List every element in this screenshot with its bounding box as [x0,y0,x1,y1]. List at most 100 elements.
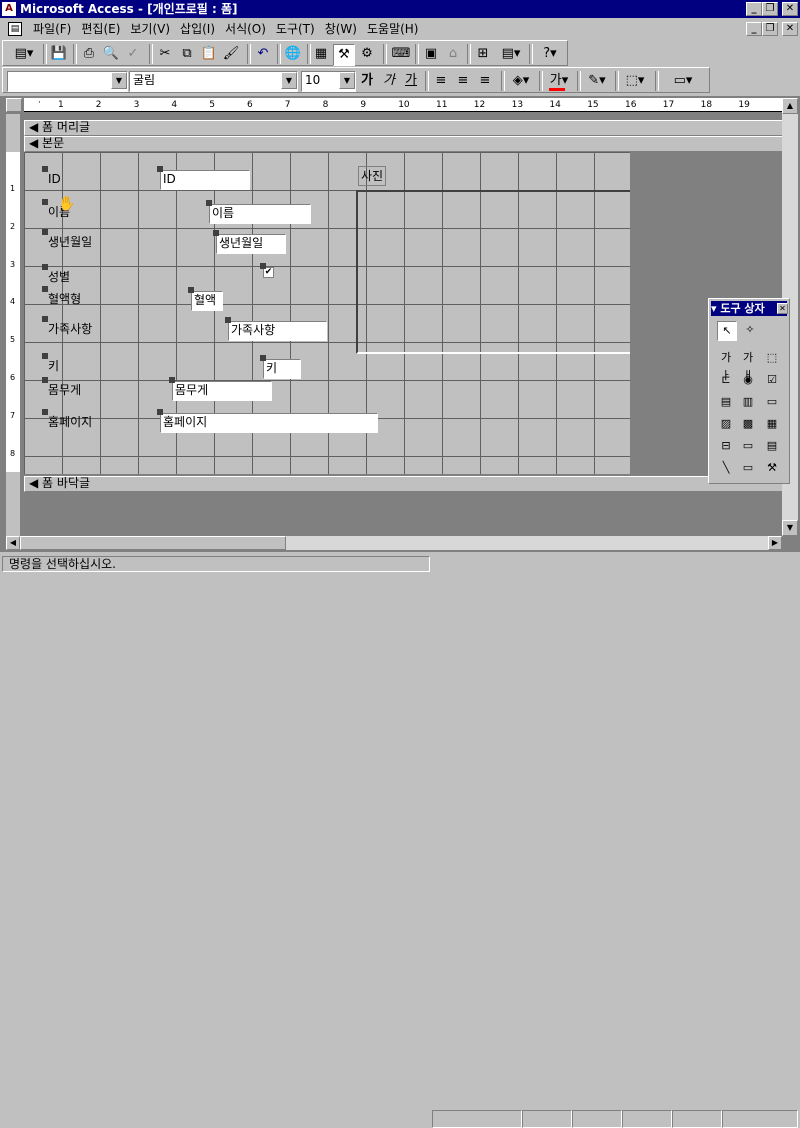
textbox-bloodtype[interactable]: 혈액 [191,291,223,311]
paste-icon[interactable]: 📋 [199,44,219,64]
toggle-button-icon[interactable]: ⊏ [717,371,735,389]
save-icon[interactable]: 💾 [49,44,69,64]
cut-icon[interactable]: ✂ [155,44,175,64]
move-handle[interactable] [260,263,266,269]
align-right-icon[interactable]: ≡ [475,71,495,91]
document-control-icon[interactable]: ▤ [8,22,22,36]
move-handle[interactable] [157,409,163,415]
form-selector[interactable] [6,98,22,112]
label-birthdate[interactable]: 생년월일 [46,233,94,251]
combo-box-icon[interactable]: ▤ [717,393,735,411]
move-handle[interactable] [157,166,163,172]
horizontal-ruler[interactable]: · 1 2 3 4 5 6 7 8 9 10 11 12 13 14 15 16 17 18 19 [24,98,782,112]
spelling-icon[interactable]: ✓ [123,44,143,64]
detail-section-bar[interactable]: ◀ 본문 [24,136,788,152]
underline-button[interactable]: 가 [401,71,421,91]
footer-area[interactable] [24,492,782,532]
move-handle[interactable] [42,409,48,415]
code-icon[interactable]: ⌨ [391,44,411,64]
label-weight[interactable]: 몸무게 [46,381,83,399]
access-app-icon[interactable]: A [2,2,16,16]
scroll-down-icon[interactable]: ▼ [782,520,798,536]
move-handle[interactable] [188,287,194,293]
move-handle[interactable] [169,377,175,383]
menu-format[interactable]: 서식(O) [220,19,271,39]
move-handle[interactable] [42,286,48,292]
minimize-icon[interactable]: _ [746,2,762,16]
scroll-left-icon[interactable]: ◀ [6,536,20,550]
database-window-icon[interactable]: ⊞ [473,44,493,64]
move-handle[interactable] [42,377,48,383]
toolbox-titlebar[interactable]: ▾ 도구 상자 [711,301,787,316]
print-preview-icon[interactable]: 🔍 [101,44,121,64]
move-handle[interactable] [42,166,48,172]
page-break-icon[interactable]: ⊟ [717,437,735,455]
photo-frame[interactable] [356,190,630,354]
menu-tools[interactable]: 도구(T) [271,19,320,39]
label-homepage[interactable]: 홈페이지 [46,413,94,431]
view-icon[interactable]: ▤▾ [9,44,39,64]
textbox-family[interactable]: 가족사항 [228,321,327,341]
textbox-id[interactable]: ID [160,170,250,190]
check-box-icon[interactable]: ☑ [763,371,781,389]
scroll-right-icon[interactable]: ▶ [768,536,782,550]
more-controls-icon[interactable]: ⚒ [763,459,781,477]
new-object-icon[interactable]: ▤▾ [497,44,525,64]
list-box-icon[interactable]: ▥ [739,393,757,411]
build-icon[interactable]: ⌂ [443,44,463,64]
move-handle[interactable] [42,353,48,359]
textbox-height[interactable]: 키 [263,359,301,379]
close-icon[interactable]: ✕ [782,2,798,16]
hyperlink-icon[interactable]: 🌐 [283,44,303,64]
move-handle[interactable] [206,200,212,206]
textbox-homepage[interactable]: 홈페이지 [160,413,378,433]
menu-file[interactable]: 파일(F) [28,19,76,39]
control-wizards-icon[interactable]: ✧ [741,321,759,339]
menu-help[interactable]: 도움말(H) [362,19,424,39]
horizontal-scrollbar[interactable]: ◀ ▶ [6,536,782,550]
subform-icon[interactable]: ▤ [763,437,781,455]
restore-icon[interactable]: ❐ [762,2,778,16]
textbox-tool[interactable]: 가ㅐ [739,349,757,382]
line-icon[interactable]: ╲ [717,459,735,477]
size-combo[interactable]: 10 ▼ [301,71,356,92]
field-list-icon[interactable]: ▦ [311,44,331,64]
textbox-name[interactable]: 이름 [209,204,311,224]
border-width-icon[interactable]: ⬚▾ [621,71,649,91]
vertical-ruler[interactable]: 1 2 3 4 5 6 7 8 [6,152,20,472]
italic-button[interactable]: 가 [379,71,399,91]
move-handle[interactable] [225,317,231,323]
help-icon[interactable]: ?▾ [535,44,565,64]
menu-window[interactable]: 창(W) [320,19,362,39]
doc-minimize-icon[interactable]: _ [746,22,762,36]
menu-insert[interactable]: 삽입(I) [175,19,220,39]
label-tool[interactable]: 가ㅏ [717,349,735,382]
menu-edit[interactable]: 편집(E) [76,19,125,39]
toolbox-icon[interactable]: ⚒ [333,44,355,66]
move-handle[interactable] [42,229,48,235]
unbound-object-frame-icon[interactable]: ▩ [739,415,757,433]
autoformat-icon[interactable]: ⚙ [357,44,377,64]
object-combo[interactable]: ▼ [7,71,128,92]
bound-object-frame-icon[interactable]: ▦ [763,415,781,433]
move-handle[interactable] [42,316,48,322]
label-family[interactable]: 가족사항 [46,320,94,338]
label-height[interactable]: 키 [46,357,61,375]
print-icon[interactable]: ⎙ [79,44,99,64]
copy-icon[interactable]: ⧉ [177,44,197,64]
option-button-icon[interactable]: ◉ [739,371,757,389]
command-button-icon[interactable]: ▭ [763,393,781,411]
option-group-icon[interactable]: ⬚ [763,349,781,367]
form-header-bar[interactable]: ◀ 폼 머리글 [24,120,788,136]
font-combo[interactable]: 굴림 ▼ [129,71,298,92]
align-center-icon[interactable]: ≡ [453,71,473,91]
select-objects-icon[interactable]: ↖ [717,321,737,341]
doc-restore-icon[interactable]: ❐ [762,22,778,36]
rectangle-icon[interactable]: ▭ [739,459,757,477]
label-photo[interactable]: 사진 [358,166,387,186]
chevron-down-icon[interactable]: ▼ [111,72,127,89]
scroll-thumb[interactable] [20,536,286,550]
label-id[interactable]: ID [46,170,63,188]
menu-view[interactable]: 보기(V) [125,19,175,39]
image-icon[interactable]: ▨ [717,415,735,433]
